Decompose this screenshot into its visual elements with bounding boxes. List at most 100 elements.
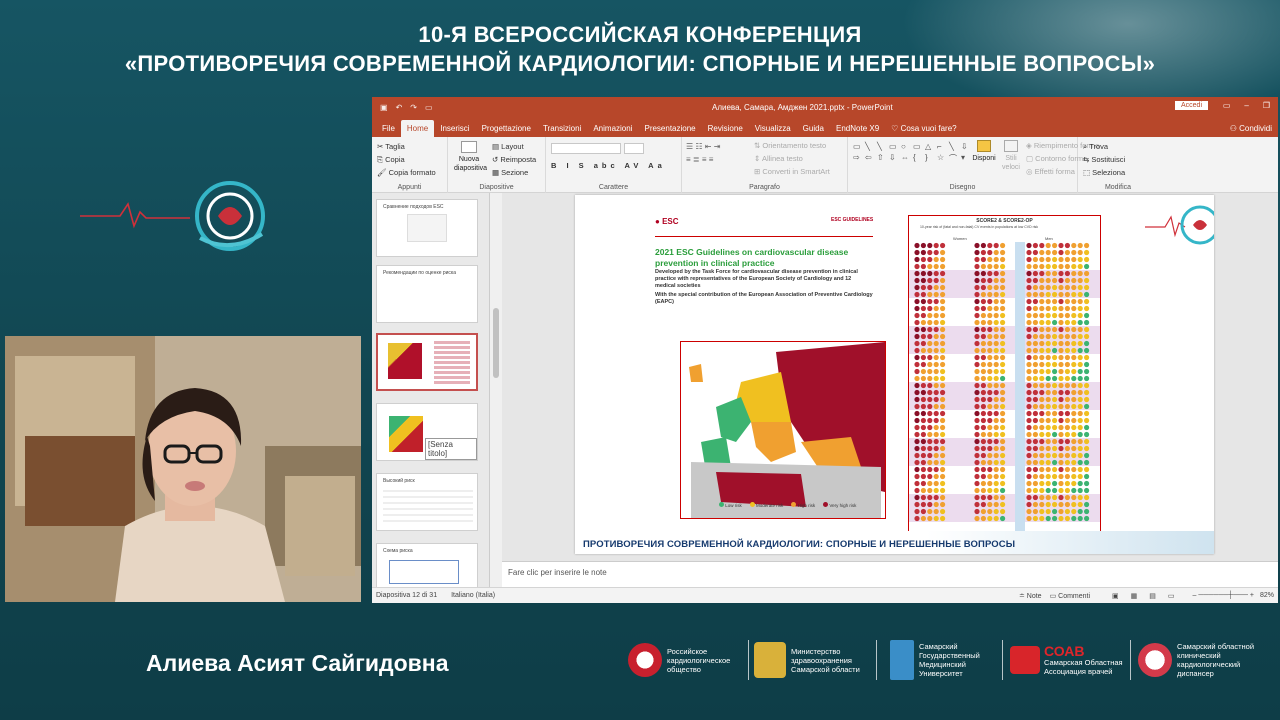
paragraph-buttons[interactable]: ☰ ☷ ⇤ ⇥ ≡ ≣ ≡ ≡ [686,140,746,166]
tab-review[interactable]: Revisione [702,120,749,137]
sign-in-button[interactable]: Accedi [1174,101,1208,110]
partner-name: Самарский областной клинический кардиоло… [1177,642,1255,678]
font-format-buttons[interactable]: B I S abc AV Aa [551,159,676,172]
font-size-input[interactable] [624,143,644,154]
slide-thumbnail[interactable]: Сравнение подходов ESC [376,199,478,257]
ribbon-options-icon[interactable]: ▭ [1223,101,1231,110]
partner-dispensary: Самарский областной клинический кардиоло… [1138,636,1269,684]
tell-me-search[interactable]: ♡ Cosa vuoi fare? [885,120,962,137]
presentation-icon[interactable]: ▭ [425,103,433,112]
tab-animations[interactable]: Animazioni [587,120,638,137]
zoom-slider[interactable]: – ──────┼─── + [1193,592,1254,599]
redo-icon[interactable]: ↷ [410,103,417,112]
tab-file[interactable]: File [376,120,401,137]
map-legend: Low risk Moderate risk High risk Very hi… [719,502,856,508]
find-label: Trova [1089,142,1109,151]
notes-label: Note [1026,592,1042,600]
legend-low: Low risk [719,502,742,508]
quick-styles-button[interactable]: Stili veloci [1000,140,1022,172]
share-button[interactable]: ⚇ Condividi [1224,120,1278,137]
notes-pane[interactable]: Fare clic per inserire le note [502,561,1278,587]
format-painter-label: Copia formato [388,168,436,177]
thumb-chart-icon [434,341,470,385]
zoom-level[interactable]: 82% [1260,592,1274,599]
font-group: B I S abc AV Aa Carattere [546,137,682,193]
text-direction-button[interactable]: ⇅ Orientamento testo [754,139,830,152]
partner-separator [1130,640,1131,680]
notes-button[interactable]: ≐ Note [1019,592,1042,600]
notes-placeholder: Fare clic per inserire le note [508,568,607,577]
thumb-title: Сравнение подходов ESC [383,204,444,210]
heart-logo-icon [1138,643,1172,677]
copy-button[interactable]: ⎘ Copia [377,153,442,166]
smartart-button[interactable]: ⊞ Converti in SmartArt [754,165,830,178]
layout-button[interactable]: ▤ Layout [492,140,536,153]
legend-very-high: Very high risk [823,502,856,508]
slide-thumbnail[interactable]: [Senza titolo] [376,403,478,461]
tab-help[interactable]: Guida [797,120,830,137]
select-label: Seleziona [1092,168,1126,177]
soav-logo-icon [1010,646,1040,674]
slide-counter: Diapositiva 12 di 31 [376,592,438,599]
slide-canvas[interactable]: ● ESC ESC GUIDELINES 2021 ESC Guidelines… [575,195,1214,554]
clipboard-group: ✂ Taglia ⎘ Copia 🖌 Copia formato Appunti [372,137,448,193]
layout-label: Layout [501,142,524,151]
group-label: Disegno [949,184,976,191]
tab-slideshow[interactable]: Presentazione [638,120,701,137]
tab-transitions[interactable]: Transizioni [537,120,587,137]
font-name-input[interactable] [551,143,621,154]
conference-logo-icon [80,181,265,251]
conference-title: 10-Я ВСЕРОССИЙСКАЯ КОНФЕРЕНЦИЯ «ПРОТИВОР… [0,20,1280,78]
tab-endnote[interactable]: EndNote X9 [830,120,885,137]
slide-thumbnail-current[interactable] [376,333,478,391]
partner-separator [1002,640,1003,680]
new-slide-button[interactable]: Nuova diapositiva [454,141,488,173]
window-controls: ▭ – ❐ [1223,101,1270,110]
save-icon[interactable]: ▣ [380,103,388,112]
tab-view[interactable]: Visualizza [749,120,797,137]
conference-title-line2: «ПРОТИВОРЕЧИЯ СОВРЕМЕННОЙ КАРДИОЛОГИИ: С… [124,51,1156,76]
partner-name: Самарская Областная Ассоциация врачей [1044,658,1123,676]
reset-button[interactable]: ↺ Reimposta [492,153,536,166]
subtitle-line2: With the special contribution of the Eur… [655,292,873,305]
tab-design[interactable]: Progettazione [476,120,537,137]
tell-me-label: Cosa vuoi fare? [900,124,957,133]
slide-thumbnail[interactable]: Высокий риск [376,473,478,531]
arrange-icon [977,140,991,152]
language-status[interactable]: Italiano (Italia) [451,592,495,599]
shape-effects-label: Effetti forma [1034,167,1075,176]
speaker-webcam [5,336,361,602]
group-label: Paragrafo [749,184,780,191]
replace-button[interactable]: ⇆ Sostituisci [1083,153,1153,166]
conference-title-line1: 10-Я ВСЕРОССИЙСКАЯ КОНФЕРЕНЦИЯ [418,22,862,47]
partner-samgmu: Самарский Государственный Медицинский Ун… [890,636,995,684]
slide-thumbnail[interactable]: Рекомендации по оценке риска [376,265,478,323]
minimize-icon[interactable]: – [1244,101,1248,110]
window-title: Алиева, Самара, Амджен 2021.pptx - Power… [712,103,893,112]
arrange-button[interactable]: Disponi [972,140,996,163]
section-button[interactable]: ▦ Sezione [492,166,536,179]
thumbnail-scrollbar[interactable] [490,193,502,587]
format-painter-button[interactable]: 🖌 Copia formato [377,166,442,179]
find-button[interactable]: ⌕ Trova [1083,140,1153,153]
select-button[interactable]: ⬚ Seleziona [1083,166,1153,179]
drawing-group: ▭ ╲ ╲ ▭ ○ ▭ △ ⌐ ╲ ⇩ ⇨ ⇦ ⇧ ⇩ ⇔{} ☆ ⌒ ▾ Disponi Stili velo… [848,137,1099,193]
speaker-name: Алиева Асият Сайгидовна [146,650,449,676]
maximize-icon[interactable]: ❐ [1263,101,1270,110]
esc-logo-text: ESC [662,217,679,226]
new-slide-label: Nuova diapositiva [454,156,488,172]
tab-insert[interactable]: Inserisci [434,120,475,137]
work-area: Сравнение подходов ESC Рекомендации по о… [372,193,1278,601]
quick-styles-label: Stili veloci [1002,155,1020,171]
undo-icon[interactable]: ↶ [396,103,403,112]
partner-name: Российское кардиологическое общество [667,646,731,674]
tab-home[interactable]: Home [400,120,435,137]
view-buttons[interactable]: ▣▦▤▭ [1112,592,1186,600]
align-text-button[interactable]: ⇕ Allinea testo [754,152,830,165]
men-label: Men [1045,236,1053,241]
ribbon: ✂ Taglia ⎘ Copia 🖌 Copia formato Appunti… [372,137,1278,193]
comments-button[interactable]: ▭ Commenti [1050,592,1090,600]
status-bar: Diapositiva 12 di 31 Italiano (Italia) ≐… [372,587,1278,603]
esc-logo: ● ESC [655,217,679,226]
cut-button[interactable]: ✂ Taglia [377,140,442,153]
